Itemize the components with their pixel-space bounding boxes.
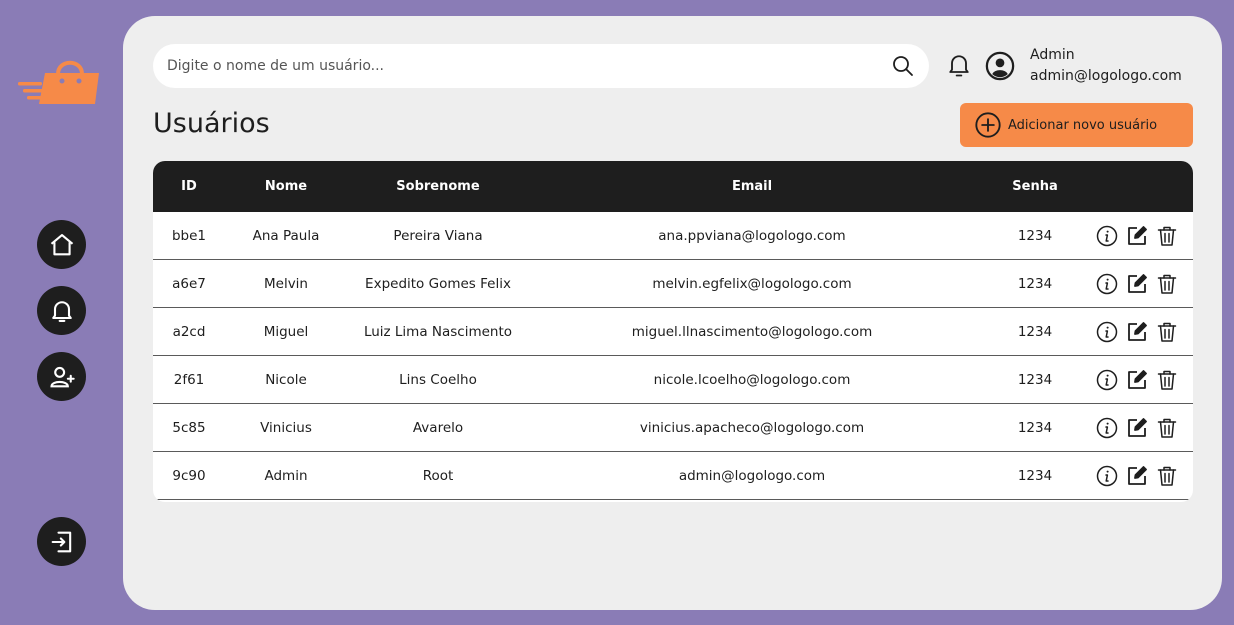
search-input[interactable]: [167, 58, 891, 74]
table-body: bbe1 Ana Paula Pereira Viana ana.ppviana…: [153, 212, 1193, 500]
row-actions: [1095, 416, 1193, 440]
cell-sobrenome: Avarelo: [412, 419, 464, 436]
cell-senha: 1234: [1017, 371, 1053, 388]
cell-email: miguel.llnascimento@logologo.com: [631, 323, 873, 340]
cell-id: 2f61: [173, 371, 205, 388]
user-email: admin@logologo.com: [1030, 68, 1182, 84]
plus-circle-icon: [975, 112, 1001, 138]
table-row: 2f61 Nicole Lins Coelho nicole.lcoelho@l…: [153, 356, 1193, 404]
bell-icon: [51, 300, 72, 322]
edit-icon[interactable]: [1125, 272, 1149, 296]
info-icon[interactable]: [1095, 416, 1119, 440]
cell-nome: Ana Paula: [252, 227, 320, 244]
cell-senha: 1234: [1017, 323, 1053, 340]
table-row: a6e7 Melvin Expedito Gomes Felix melvin.…: [153, 260, 1193, 308]
cell-nome: Miguel: [263, 323, 309, 340]
trash-icon[interactable]: [1155, 272, 1179, 296]
edit-icon[interactable]: [1125, 416, 1149, 440]
column-header-senha: Senha: [1012, 179, 1058, 194]
column-header-nome: Nome: [264, 179, 308, 194]
cell-senha: 1234: [1017, 467, 1053, 484]
trash-icon[interactable]: [1155, 320, 1179, 344]
table-row: a2cd Miguel Luiz Lima Nascimento miguel.…: [153, 308, 1193, 356]
cell-id: a6e7: [172, 275, 206, 292]
edit-icon[interactable]: [1125, 464, 1149, 488]
cell-senha: 1234: [1017, 419, 1053, 436]
cell-email: melvin.egfelix@logologo.com: [652, 275, 852, 292]
home-icon: [50, 233, 73, 255]
sidebar-logout-button[interactable]: [37, 517, 86, 566]
cell-nome: Nicole: [265, 371, 307, 388]
table-row: bbe1 Ana Paula Pereira Viana ana.ppviana…: [153, 212, 1193, 260]
notifications-bell-icon[interactable]: [945, 50, 973, 80]
info-icon[interactable]: [1095, 224, 1119, 248]
cell-email: nicole.lcoelho@logologo.com: [653, 371, 851, 388]
edit-icon[interactable]: [1125, 224, 1149, 248]
cell-id: bbe1: [171, 227, 207, 244]
info-icon[interactable]: [1095, 464, 1119, 488]
column-header-email: Email: [731, 179, 773, 194]
app-logo: [18, 56, 102, 108]
cell-sobrenome: Lins Coelho: [399, 371, 477, 388]
sidebar-add-user-button[interactable]: [37, 352, 86, 401]
logout-icon: [51, 531, 71, 552]
cell-id: a2cd: [172, 323, 206, 340]
add-user-button-label: Adicionar novo usuário: [1008, 117, 1158, 133]
row-actions: [1095, 272, 1193, 296]
search-bar: [153, 44, 929, 88]
info-icon[interactable]: [1095, 320, 1119, 344]
cell-email: ana.ppviana@logologo.com: [658, 227, 846, 244]
cell-senha: 1234: [1017, 227, 1053, 244]
sidebar-notifications-button[interactable]: [37, 286, 86, 335]
info-icon[interactable]: [1095, 368, 1119, 392]
sidebar-home-button[interactable]: [37, 220, 86, 269]
cell-email: vinicius.apacheco@logologo.com: [639, 419, 865, 436]
table-header: ID Nome Sobrenome Email Senha: [153, 161, 1193, 212]
row-actions: [1095, 368, 1193, 392]
row-actions: [1095, 464, 1193, 488]
cell-senha: 1234: [1017, 275, 1053, 292]
cell-email: admin@logologo.com: [678, 467, 826, 484]
column-header-sobrenome: Sobrenome: [396, 179, 480, 194]
user-name: Admin: [1030, 47, 1075, 63]
cell-sobrenome: Expedito Gomes Felix: [365, 275, 511, 292]
trash-icon[interactable]: [1155, 464, 1179, 488]
row-actions: [1095, 320, 1193, 344]
info-icon[interactable]: [1095, 272, 1119, 296]
user-avatar-icon[interactable]: [985, 51, 1015, 81]
edit-icon[interactable]: [1125, 320, 1149, 344]
page-title: Usuários: [153, 108, 270, 139]
table-row: 5c85 Vinicius Avarelo vinicius.apacheco@…: [153, 404, 1193, 452]
trash-icon[interactable]: [1155, 368, 1179, 392]
row-actions: [1095, 224, 1193, 248]
column-header-id: ID: [181, 179, 197, 194]
shopping-bag-logo-icon: [18, 60, 99, 104]
add-user-icon: [49, 366, 75, 387]
search-icon[interactable]: [891, 54, 915, 78]
trash-icon[interactable]: [1155, 224, 1179, 248]
add-user-button[interactable]: Adicionar novo usuário: [960, 103, 1193, 147]
table-row: 9c90 Admin Root admin@logologo.com 1234: [153, 452, 1193, 500]
main-panel: Admin admin@logologo.com Usuários Adicio…: [123, 16, 1222, 610]
cell-nome: Vinicius: [260, 419, 312, 436]
cell-sobrenome: Luiz Lima Nascimento: [363, 323, 513, 340]
edit-icon[interactable]: [1125, 368, 1149, 392]
trash-icon[interactable]: [1155, 416, 1179, 440]
cell-sobrenome: Pereira Viana: [393, 227, 483, 244]
cell-nome: Melvin: [263, 275, 308, 292]
cell-id: 9c90: [172, 467, 206, 484]
cell-nome: Admin: [264, 467, 308, 484]
cell-id: 5c85: [172, 419, 206, 436]
cell-sobrenome: Root: [422, 467, 454, 484]
users-table: ID Nome Sobrenome Email Senha bbe1 Ana P…: [153, 161, 1193, 502]
